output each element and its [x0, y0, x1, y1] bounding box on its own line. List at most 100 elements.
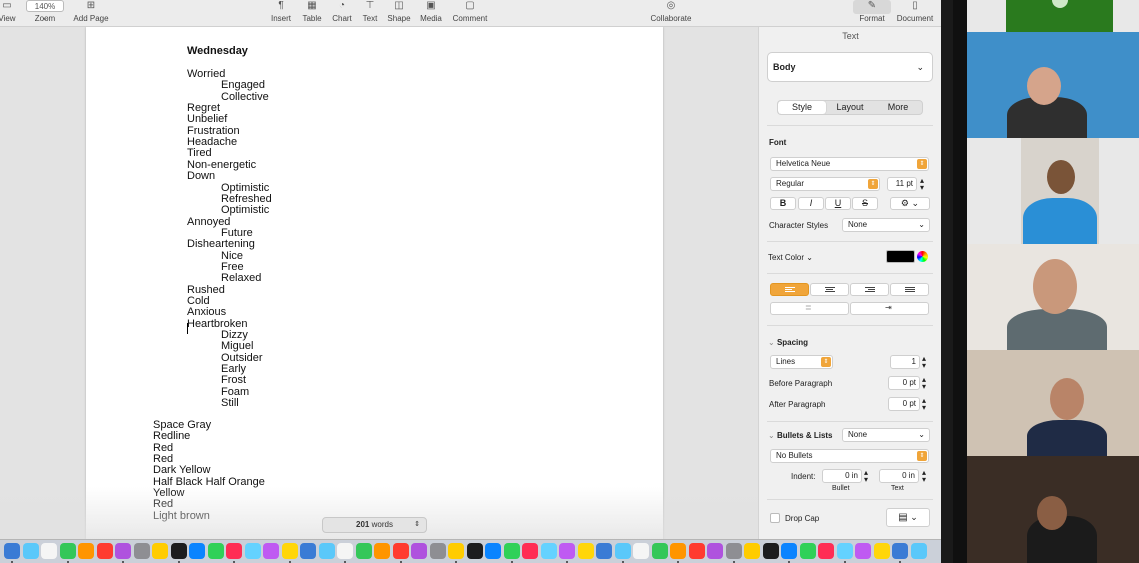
emotion-line[interactable]: Annoyed	[187, 216, 230, 228]
sub-item-line[interactable]: Dizzy	[221, 330, 248, 341]
dock-app-icon[interactable]	[300, 543, 316, 559]
dock-app-icon[interactable]	[559, 543, 575, 559]
dock-app-icon[interactable]	[466, 543, 483, 559]
align-left-button[interactable]	[770, 283, 809, 296]
sub-item-line[interactable]: Engaged	[221, 80, 265, 91]
dock-app-icon[interactable]	[818, 543, 834, 559]
dock-app-icon[interactable]	[4, 543, 20, 559]
dock-app-icon[interactable]	[577, 543, 594, 559]
bullets-lists-section[interactable]: ⌄ Bullets & Lists	[768, 431, 833, 440]
color-line[interactable]: Red	[153, 454, 173, 465]
sub-item-line[interactable]: Foam	[221, 386, 249, 398]
underline-button[interactable]: U	[825, 197, 851, 210]
sub-item-line[interactable]: Nice	[221, 250, 243, 262]
text-indent-field[interactable]: 0 in	[879, 469, 919, 483]
typeface-picker[interactable]: Regular ⇕	[770, 177, 880, 191]
dock-app-icon[interactable]	[522, 543, 538, 559]
spacing-section[interactable]: ⌄ Spacing	[768, 338, 808, 347]
character-styles-picker[interactable]: None ⌄	[842, 218, 930, 232]
justify-button[interactable]	[890, 283, 929, 296]
participant-tile[interactable]	[967, 350, 1139, 456]
dock-app-icon[interactable]	[78, 543, 94, 559]
decrease-indent-button[interactable]: ≣	[770, 302, 849, 315]
chart-button[interactable]: ◔ Chart	[329, 0, 355, 24]
sub-item-line[interactable]: Refreshed	[221, 193, 272, 205]
font-family-picker[interactable]: Helvetica Neue ⇕	[770, 157, 929, 171]
sub-item-line[interactable]: Outsider	[221, 352, 263, 364]
comment-button[interactable]: ▢ Comment	[450, 0, 490, 24]
align-center-button[interactable]	[810, 283, 849, 296]
font-size-stepper[interactable]: ▴ ▾	[920, 177, 924, 192]
dock-app-icon[interactable]	[707, 543, 723, 559]
emotion-line[interactable]: Disheartening	[187, 239, 255, 250]
view-button[interactable]: ▭ View	[0, 0, 20, 24]
dock-app-icon[interactable]	[152, 543, 168, 559]
dock-app-icon[interactable]	[633, 543, 649, 559]
dock-app-icon[interactable]	[22, 543, 39, 559]
tab-layout[interactable]: Layout	[826, 101, 874, 114]
collaborate-button[interactable]: ◎ Collaborate	[645, 0, 697, 24]
text-button[interactable]: ⊤ Text	[357, 0, 383, 24]
emotion-line[interactable]: Worried	[187, 69, 225, 80]
emotion-line[interactable]: Unbelief	[187, 114, 227, 125]
bold-button[interactable]: B	[770, 197, 796, 210]
before-paragraph-field[interactable]: 0 pt	[888, 376, 920, 390]
dock-app-icon[interactable]	[318, 543, 335, 559]
line-spacing-field[interactable]: 1	[890, 355, 920, 369]
sub-item-line[interactable]: Relaxed	[221, 273, 261, 284]
emotion-line[interactable]: Headache	[187, 137, 237, 148]
dock-app-icon[interactable]	[910, 543, 927, 559]
dock-app-icon[interactable]	[614, 543, 631, 559]
tab-more[interactable]: More	[874, 101, 922, 114]
dock-app-icon[interactable]	[411, 543, 427, 559]
list-style-picker[interactable]: None ⌄	[842, 428, 930, 442]
sub-item-line[interactable]: Future	[221, 227, 253, 239]
dock-app-icon[interactable]	[503, 543, 520, 559]
strikethrough-button[interactable]: S	[852, 197, 878, 210]
emotion-line[interactable]: Regret	[187, 103, 220, 114]
dock-app-icon[interactable]	[189, 543, 205, 559]
text-options-button[interactable]: ⚙ ⌄	[890, 197, 930, 210]
word-count-button[interactable]: 201 words ⇕	[322, 517, 427, 533]
dock-app-icon[interactable]	[59, 543, 76, 559]
emotion-line[interactable]: Tired	[187, 148, 212, 159]
line-spacing-stepper[interactable]: ▴ ▾	[922, 355, 926, 370]
sub-item-line[interactable]: Miguel	[221, 341, 253, 352]
dock-app-icon[interactable]	[836, 543, 853, 559]
sub-item-line[interactable]: Optimistic	[221, 182, 269, 194]
dock-app-icon[interactable]	[873, 543, 890, 559]
dock-app-icon[interactable]	[41, 543, 57, 559]
shape-button[interactable]: ◫ Shape	[386, 0, 412, 24]
after-paragraph-stepper[interactable]: ▴ ▾	[922, 397, 926, 412]
color-line[interactable]: Dark Yellow	[153, 465, 210, 476]
participant-tile[interactable]	[967, 32, 1139, 138]
dock-app-icon[interactable]	[744, 543, 760, 559]
dock-app-icon[interactable]	[355, 543, 372, 559]
dock-app-icon[interactable]	[96, 543, 113, 559]
text-indent-stepper[interactable]: ▴ ▾	[922, 469, 926, 484]
dock-app-icon[interactable]	[374, 543, 390, 559]
dock-app-icon[interactable]	[115, 543, 131, 559]
emotion-line[interactable]: Heartbroken	[187, 318, 248, 330]
spacing-mode-picker[interactable]: Lines ⇕	[770, 355, 833, 369]
dock-app-icon[interactable]	[337, 543, 353, 559]
format-button[interactable]: ✎ Format	[853, 0, 891, 24]
document-button[interactable]: ▯ Document	[895, 0, 935, 24]
dock-app-icon[interactable]	[855, 543, 871, 559]
emotion-line[interactable]: Rushed	[187, 284, 225, 296]
dock-app-icon[interactable]	[170, 543, 187, 559]
participant-tile[interactable]	[1021, 138, 1099, 244]
align-right-button[interactable]	[850, 283, 889, 296]
emotion-line[interactable]: Non-energetic	[187, 159, 256, 171]
dock-app-icon[interactable]	[226, 543, 242, 559]
text-color-label[interactable]: Text Color ⌄	[768, 253, 813, 262]
dock-app-icon[interactable]	[263, 543, 279, 559]
participant-tile[interactable]	[967, 456, 1139, 563]
color-wheel-icon[interactable]	[917, 251, 928, 262]
sub-item-line[interactable]: Frost	[221, 375, 246, 386]
document-page[interactable]: Wednesday Worried Engaged Collective Regret…	[86, 27, 663, 539]
drop-cap-style-picker[interactable]: ▤ ⌄	[886, 508, 930, 527]
insert-button[interactable]: ¶ Insert	[268, 0, 294, 24]
dock-app-icon[interactable]	[670, 543, 686, 559]
dock-app-icon[interactable]	[799, 543, 816, 559]
